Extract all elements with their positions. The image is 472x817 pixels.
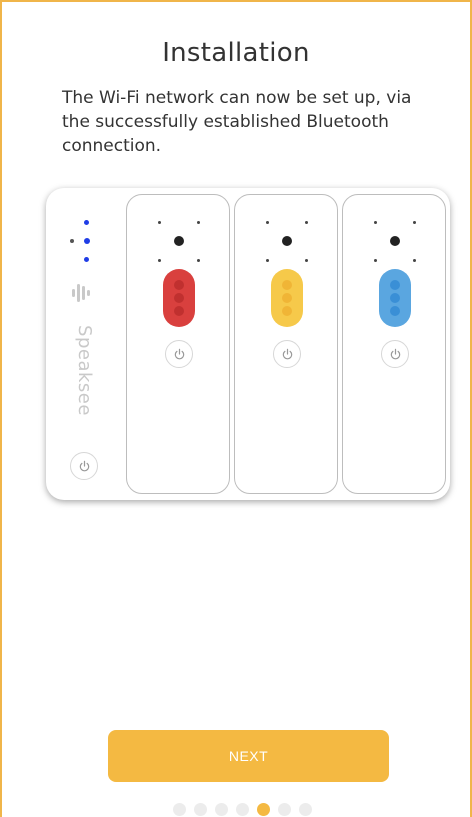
mic-hole xyxy=(158,221,161,224)
pager-dot[interactable] xyxy=(173,803,186,816)
power-icon xyxy=(174,348,184,359)
power-icon xyxy=(79,460,89,471)
mic-hole xyxy=(197,221,200,224)
screen-frame: Installation The Wi-Fi network can now b… xyxy=(0,0,472,817)
page-indicator xyxy=(173,803,312,816)
sensor-dot xyxy=(174,236,184,246)
module-power-button xyxy=(273,340,301,368)
next-button[interactable]: NEXT xyxy=(108,730,389,782)
led-indicator-yellow xyxy=(271,269,303,327)
led-indicator-blue xyxy=(379,269,411,327)
device-illustration: Speaksee xyxy=(46,188,450,500)
pager-dot[interactable] xyxy=(299,803,312,816)
status-dot xyxy=(84,220,89,225)
mic-hole xyxy=(305,259,308,262)
sensor-dot xyxy=(282,236,292,246)
mic-hole xyxy=(305,221,308,224)
pager-dot-active[interactable] xyxy=(257,803,270,816)
sensor-dot xyxy=(390,236,400,246)
pager-dot[interactable] xyxy=(215,803,228,816)
module-power-button xyxy=(381,340,409,368)
microphone-module-yellow xyxy=(234,194,338,494)
mic-hole xyxy=(374,221,377,224)
mic-hole xyxy=(266,221,269,224)
pager-dot[interactable] xyxy=(278,803,291,816)
microphone-module-red xyxy=(126,194,230,494)
module-power-button xyxy=(165,340,193,368)
microphone-module-blue xyxy=(342,194,446,494)
mic-hole xyxy=(266,259,269,262)
base-unit: Speaksee xyxy=(46,188,124,500)
status-dot xyxy=(84,257,89,262)
status-dot xyxy=(84,238,90,244)
mic-hole xyxy=(413,259,416,262)
pager-dot[interactable] xyxy=(194,803,207,816)
mic-hole xyxy=(374,259,377,262)
led-indicator-red xyxy=(163,269,195,327)
brand-wordmark: Speaksee xyxy=(73,324,95,416)
mic-hole xyxy=(197,259,200,262)
page-title: Installation xyxy=(162,38,310,68)
mic-hole xyxy=(158,259,161,262)
instruction-text: The Wi-Fi network can now be set up, via… xyxy=(62,88,412,156)
pager-dot[interactable] xyxy=(236,803,249,816)
status-dot xyxy=(70,239,74,243)
mic-hole xyxy=(413,221,416,224)
power-icon xyxy=(390,348,400,359)
power-icon xyxy=(282,348,292,359)
base-power-button xyxy=(70,452,98,480)
